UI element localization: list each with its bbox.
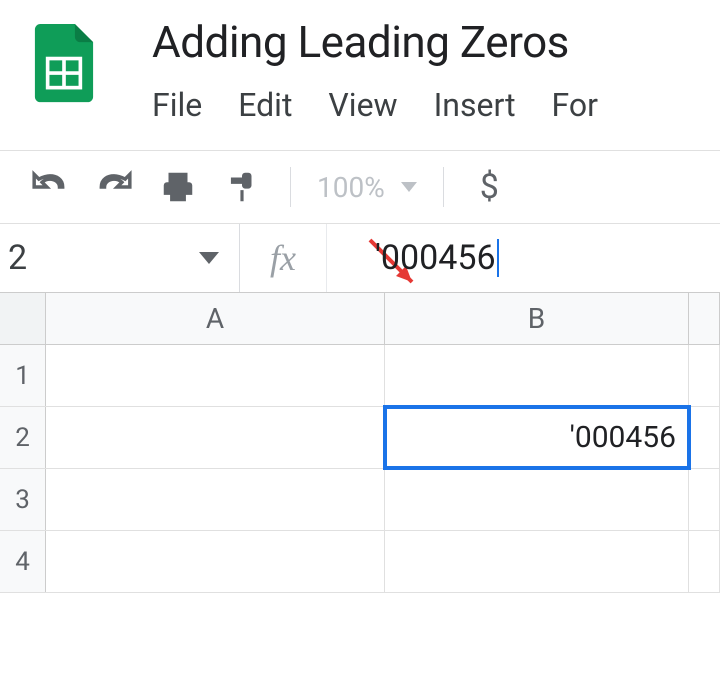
cell-B2[interactable]: '000456 <box>385 407 689 468</box>
redo-icon[interactable] <box>92 165 136 209</box>
column-header-C[interactable] <box>689 293 720 344</box>
menu-format[interactable]: For <box>552 86 598 124</box>
chevron-down-icon <box>199 252 219 264</box>
spreadsheet-grid: A B 1 2 '000456 3 4 <box>0 293 720 593</box>
cell-C1[interactable] <box>689 345 720 406</box>
formula-bar: 2 fx '000456 <box>0 223 720 293</box>
cell-C3[interactable] <box>689 469 720 530</box>
row-header-1[interactable]: 1 <box>0 345 46 406</box>
sheets-logo[interactable] <box>24 24 104 104</box>
row-header-4[interactable]: 4 <box>0 531 46 592</box>
select-all-corner[interactable] <box>0 293 46 344</box>
paint-format-icon[interactable] <box>220 165 264 209</box>
column-header-A[interactable]: A <box>46 293 385 344</box>
toolbar: 100% $ <box>0 151 720 223</box>
text-cursor <box>497 239 499 277</box>
formula-text: '000456 <box>375 238 496 278</box>
cell-C2[interactable] <box>689 407 720 468</box>
print-icon[interactable] <box>156 165 200 209</box>
menu-insert[interactable]: Insert <box>434 86 516 124</box>
cell-A2[interactable] <box>46 407 385 468</box>
undo-icon[interactable] <box>28 165 72 209</box>
toolbar-divider <box>290 167 291 207</box>
fx-label: fx <box>240 224 327 292</box>
toolbar-divider <box>443 167 444 207</box>
cell-A4[interactable] <box>46 531 385 592</box>
menu-view[interactable]: View <box>328 86 397 124</box>
zoom-value: 100% <box>317 171 385 204</box>
zoom-dropdown[interactable]: 100% <box>317 171 417 204</box>
cell-A3[interactable] <box>46 469 385 530</box>
row-header-3[interactable]: 3 <box>0 469 46 530</box>
chevron-down-icon <box>401 182 417 192</box>
name-box-value: 2 <box>8 238 27 278</box>
cell-C4[interactable] <box>689 531 720 592</box>
menu-edit[interactable]: Edit <box>238 86 292 124</box>
document-title[interactable]: Adding Leading Zeros <box>152 16 700 68</box>
cell-B1[interactable] <box>385 345 689 406</box>
cell-B4[interactable] <box>385 531 689 592</box>
name-box[interactable]: 2 <box>0 224 240 292</box>
currency-format-button[interactable]: $ <box>480 167 499 207</box>
column-header-B[interactable]: B <box>385 293 689 344</box>
menu-bar: File Edit View Insert For <box>152 86 700 124</box>
cell-A1[interactable] <box>46 345 385 406</box>
row-header-2[interactable]: 2 <box>0 407 46 468</box>
menu-file[interactable]: File <box>152 86 202 124</box>
formula-input[interactable]: '000456 <box>327 224 720 292</box>
cell-B3[interactable] <box>385 469 689 530</box>
